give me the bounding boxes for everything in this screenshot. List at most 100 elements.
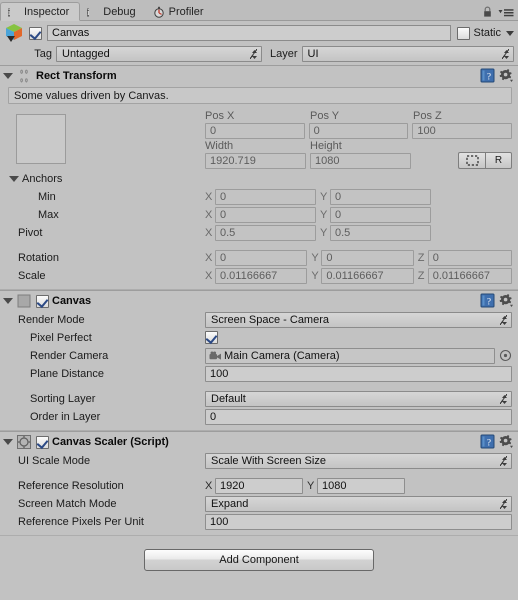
render-camera-label: Render Camera <box>30 349 109 362</box>
anchor-preset-widget[interactable] <box>16 114 66 164</box>
camera-icon <box>209 351 222 361</box>
anchors-label: Anchors <box>22 172 63 185</box>
anchor-min-x-input[interactable]: 0 <box>215 188 316 205</box>
ref-res-x-axis: X <box>205 479 213 492</box>
canvas-scaler-enabled-checkbox[interactable] <box>36 435 49 449</box>
layer-label: Layer <box>270 47 298 60</box>
pivot-y-input[interactable]: 0.5 <box>330 224 431 241</box>
tag-label: Tag <box>34 47 52 60</box>
component-canvas-scaler: Canvas Scaler (Script) ? UI Scale Mode S… <box>0 431 518 536</box>
gear-icon[interactable] <box>499 293 514 308</box>
reference-ppu-row: Reference Pixels Per Unit 100 <box>0 513 518 530</box>
sorting-layer-label: Sorting Layer <box>30 392 96 405</box>
blueprint-mode-button[interactable] <box>458 152 485 169</box>
scale-y-input[interactable]: 0.01166667 <box>321 267 414 284</box>
render-camera-row: Render Camera Main Camera (Camera) <box>0 347 518 364</box>
help-icon[interactable]: ? <box>480 68 495 83</box>
scale-y-axis: Y <box>311 269 319 282</box>
pixel-perfect-checkbox[interactable] <box>205 331 218 344</box>
canvas-enabled-checkbox[interactable] <box>36 294 49 308</box>
object-name-input[interactable]: Canvas <box>47 25 452 41</box>
anchors-foldout-row[interactable]: Anchors <box>0 170 518 187</box>
static-dropdown-arrow[interactable] <box>506 30 514 36</box>
anchor-max-x-input[interactable]: 0 <box>215 206 316 223</box>
help-icon[interactable]: ? <box>480 434 495 449</box>
chevron-updown-icon <box>502 315 507 325</box>
profiler-icon <box>153 6 165 18</box>
raw-edit-mode-button[interactable]: R <box>485 152 512 169</box>
gear-icon[interactable] <box>499 434 514 449</box>
object-picker-button[interactable] <box>499 349 512 362</box>
pos-z-label: Pos Z <box>413 109 442 122</box>
hamburger-menu-icon[interactable] <box>498 7 514 18</box>
reference-ppu-input[interactable]: 100 <box>205 513 512 530</box>
help-icon[interactable]: ? <box>480 293 495 308</box>
canvas-header[interactable]: Canvas ? <box>0 291 518 311</box>
render-mode-dropdown[interactable]: Screen Space - Camera <box>205 311 512 328</box>
reference-resolution-label: Reference Resolution <box>18 479 124 492</box>
gameobject-cube-icon[interactable] <box>4 23 26 43</box>
tag-layer-row: Tag Untagged Layer UI <box>4 45 514 62</box>
driven-values-info: Some values driven by Canvas. <box>8 87 512 104</box>
static-group: Static <box>457 26 514 40</box>
inspector-window: i Inspector i Debug Profiler Canvas Stat… <box>0 0 518 600</box>
tab-debug[interactable]: i Debug <box>80 2 145 21</box>
sorting-layer-dropdown[interactable]: Default <box>205 390 512 407</box>
anchor-max-y-input[interactable]: 0 <box>330 206 431 223</box>
rotation-y-input[interactable]: 0 <box>321 249 414 266</box>
layer-dropdown[interactable]: UI <box>301 45 514 62</box>
window-controls <box>482 6 514 18</box>
object-enabled-checkbox[interactable] <box>29 26 42 40</box>
anchor-min-y-input[interactable]: 0 <box>330 188 431 205</box>
svg-text:?: ? <box>487 297 491 307</box>
reference-resolution-x-input[interactable]: 1920 <box>215 477 303 494</box>
add-component-area: Add Component <box>0 536 518 571</box>
pivot-x-input[interactable]: 0.5 <box>215 224 316 241</box>
pivot-x-axis: X <box>205 226 213 239</box>
rotation-x-input[interactable]: 0 <box>215 249 308 266</box>
foldout-arrow-icon[interactable] <box>3 439 13 445</box>
scale-z-input[interactable]: 0.01166667 <box>427 267 512 284</box>
ui-scale-mode-dropdown[interactable]: Scale With Screen Size <box>205 452 512 469</box>
static-checkbox[interactable] <box>457 26 471 40</box>
pixel-perfect-label: Pixel Perfect <box>30 331 92 344</box>
chevron-updown-icon <box>502 499 507 509</box>
reference-resolution-y-input[interactable]: 1080 <box>317 477 405 494</box>
tab-debug-label: Debug <box>103 5 136 18</box>
foldout-arrow-icon[interactable] <box>3 298 13 304</box>
rect-transform-mode-buttons: R <box>458 152 512 169</box>
pos-x-input[interactable]: 0 <box>205 122 305 139</box>
height-label: Height <box>310 139 342 152</box>
add-component-button[interactable]: Add Component <box>144 549 374 571</box>
pos-y-input[interactable]: 0 <box>308 122 409 139</box>
scale-x-input[interactable]: 0.01166667 <box>215 267 308 284</box>
reference-ppu-label: Reference Pixels Per Unit <box>18 515 144 528</box>
script-icon <box>16 434 32 450</box>
chevron-updown-icon <box>252 49 257 59</box>
gear-icon[interactable] <box>499 68 514 83</box>
svg-text:?: ? <box>487 438 491 448</box>
info-icon: i <box>87 7 90 17</box>
height-input[interactable]: 1080 <box>310 152 411 169</box>
order-in-layer-input[interactable]: 0 <box>205 408 512 425</box>
pos-z-input[interactable]: 100 <box>412 122 513 139</box>
rotation-label: Rotation <box>18 251 59 264</box>
plane-distance-input[interactable]: 100 <box>205 365 512 382</box>
lock-icon[interactable] <box>482 6 493 18</box>
rect-transform-header[interactable]: Rect Transform ? <box>0 66 518 86</box>
render-camera-object-field[interactable]: Main Camera (Camera) <box>205 347 495 364</box>
render-camera-value: Main Camera (Camera) <box>224 349 340 362</box>
anchors-foldout-arrow-icon[interactable] <box>9 175 19 182</box>
screen-match-mode-label: Screen Match Mode <box>18 497 117 510</box>
tag-value: Untagged <box>62 47 110 60</box>
canvas-scaler-header[interactable]: Canvas Scaler (Script) ? <box>0 432 518 452</box>
tab-profiler[interactable]: Profiler <box>146 2 214 21</box>
width-input[interactable]: 1920.719 <box>205 152 306 169</box>
tag-dropdown[interactable]: Untagged <box>56 45 262 62</box>
foldout-arrow-icon[interactable] <box>3 73 13 79</box>
rotation-z-input[interactable]: 0 <box>427 249 512 266</box>
screen-match-mode-dropdown[interactable]: Expand <box>205 495 512 512</box>
tab-inspector[interactable]: i Inspector <box>0 2 81 21</box>
